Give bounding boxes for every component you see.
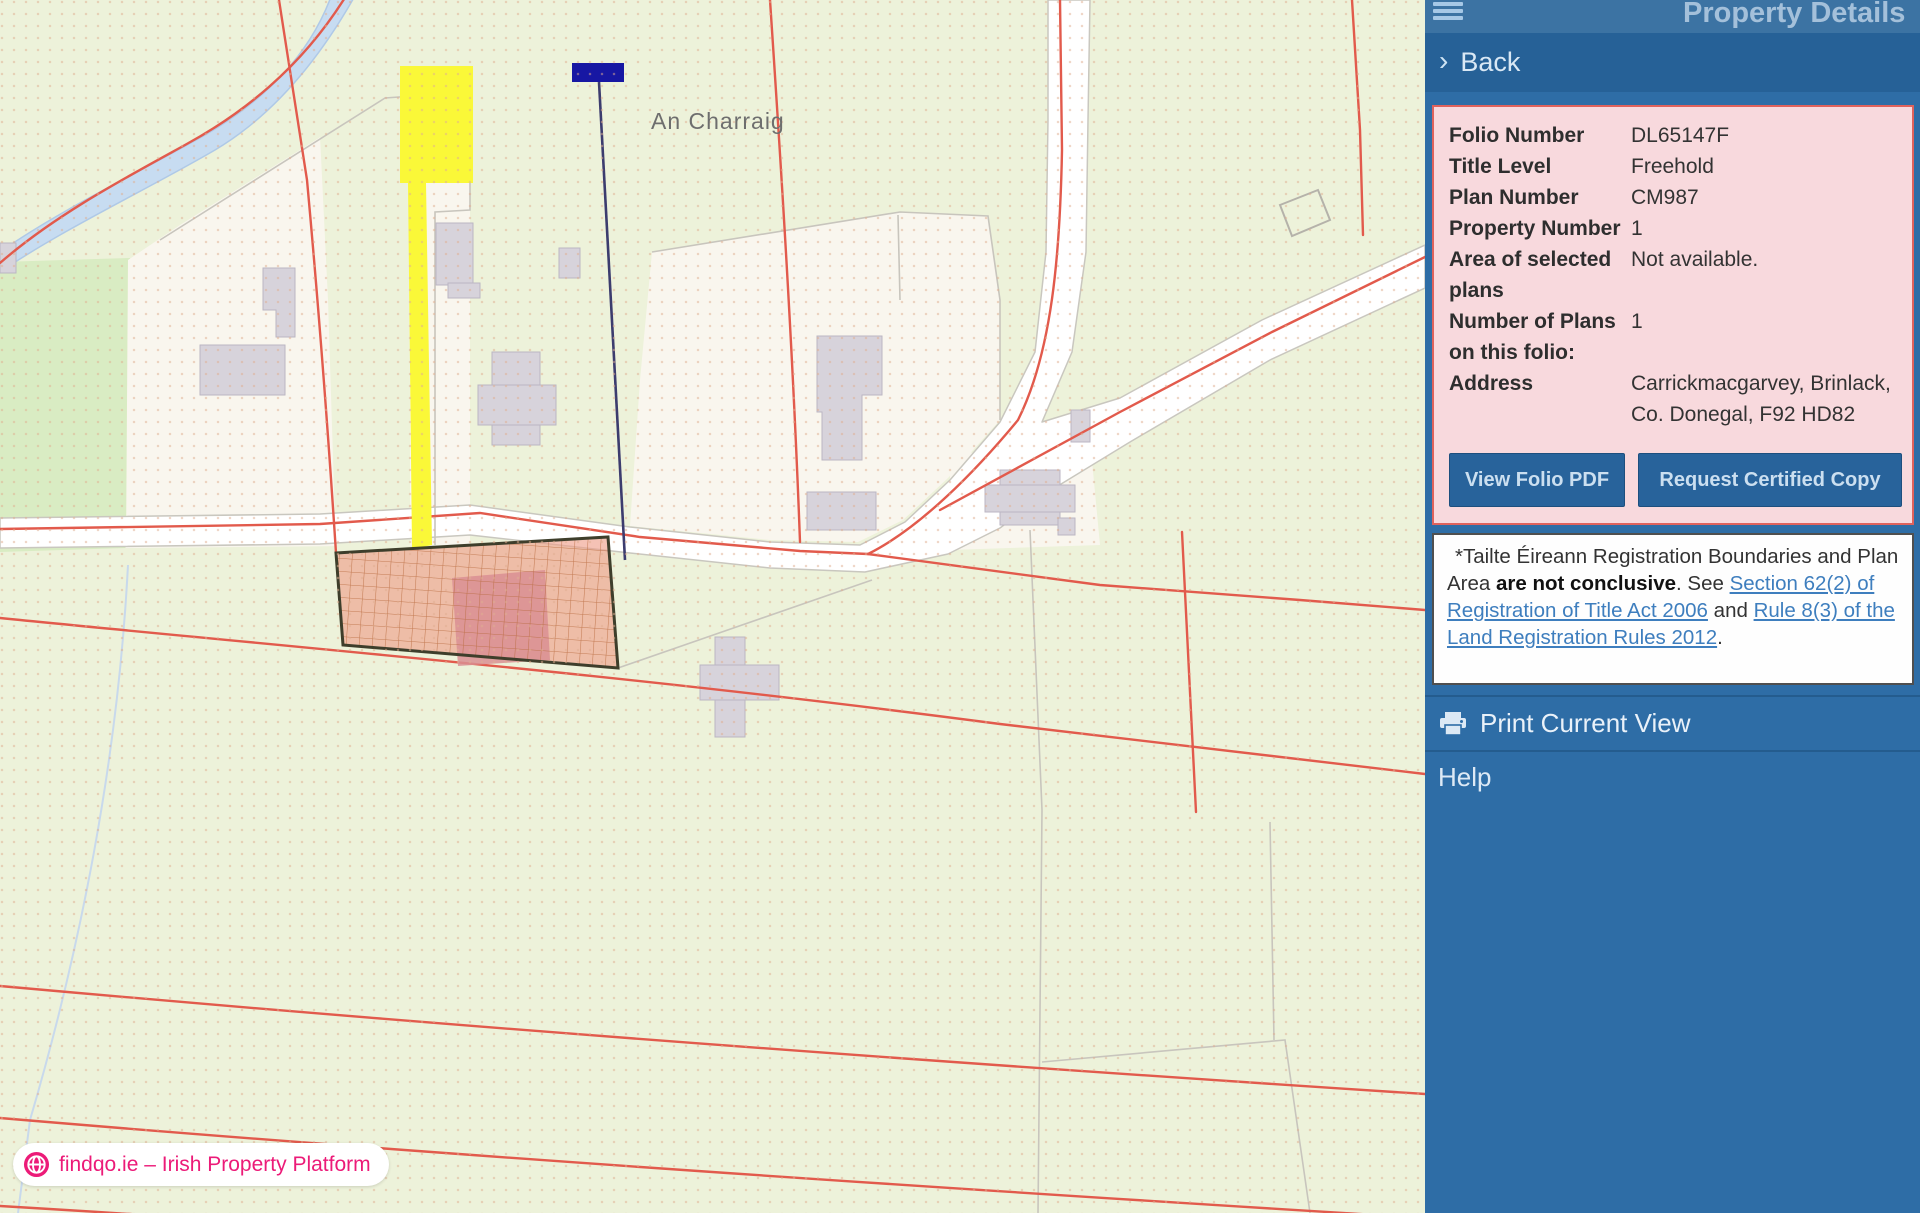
menu-icon[interactable]: [1433, 2, 1463, 22]
detail-row-title-level: Title Level Freehold: [1449, 151, 1900, 182]
help-label: Help: [1438, 762, 1491, 793]
detail-row-plan-count: Number of Plans on this folio: 1: [1449, 306, 1900, 368]
attribution-text: findqo.ie – Irish Property Platform: [59, 1153, 371, 1177]
detail-row-folio-number: Folio Number DL65147F: [1449, 120, 1900, 151]
map-dot-texture: [0, 0, 1425, 1213]
globe-icon: [23, 1151, 50, 1178]
chevron-right-icon: ›: [1439, 45, 1448, 77]
print-current-view-button[interactable]: Print Current View: [1425, 695, 1920, 752]
property-details-sidebar: Property Details › Back Folio Number DL6…: [1425, 0, 1920, 1213]
view-folio-pdf-button[interactable]: View Folio PDF: [1449, 453, 1625, 507]
details-button-row: View Folio PDF Request Certified Copy: [1449, 453, 1902, 507]
detail-row-address: Address Carrickmacgarvey, Brinlack, Co. …: [1449, 368, 1900, 430]
sidebar-title: Property Details: [1683, 0, 1905, 30]
printer-icon: [1440, 712, 1466, 736]
map-place-label: An Charraig: [651, 108, 785, 135]
detail-row-plan-number: Plan Number CM987: [1449, 182, 1900, 213]
help-button[interactable]: Help: [1425, 752, 1920, 802]
disclaimer-bold: are not conclusive: [1496, 572, 1676, 595]
map-attribution-badge: findqo.ie – Irish Property Platform: [13, 1143, 389, 1186]
print-label: Print Current View: [1480, 708, 1691, 739]
sidebar-header: Property Details: [1425, 0, 1920, 33]
detail-row-area: Area of selected plans Not available.: [1449, 244, 1900, 306]
property-details-panel: Folio Number DL65147F Title Level Freeho…: [1432, 105, 1914, 525]
detail-row-property-number: Property Number 1: [1449, 213, 1900, 244]
app-window: An Charraig findqo.ie – Irish Property P…: [0, 0, 1920, 1213]
request-certified-copy-button[interactable]: Request Certified Copy: [1638, 453, 1902, 507]
back-label: Back: [1460, 47, 1520, 78]
boundaries-disclaimer: *Tailte Éireann Registration Boundaries …: [1432, 533, 1914, 685]
map-canvas[interactable]: [0, 0, 1425, 1213]
map-viewport[interactable]: An Charraig findqo.ie – Irish Property P…: [0, 0, 1425, 1213]
back-button[interactable]: › Back: [1425, 33, 1920, 92]
